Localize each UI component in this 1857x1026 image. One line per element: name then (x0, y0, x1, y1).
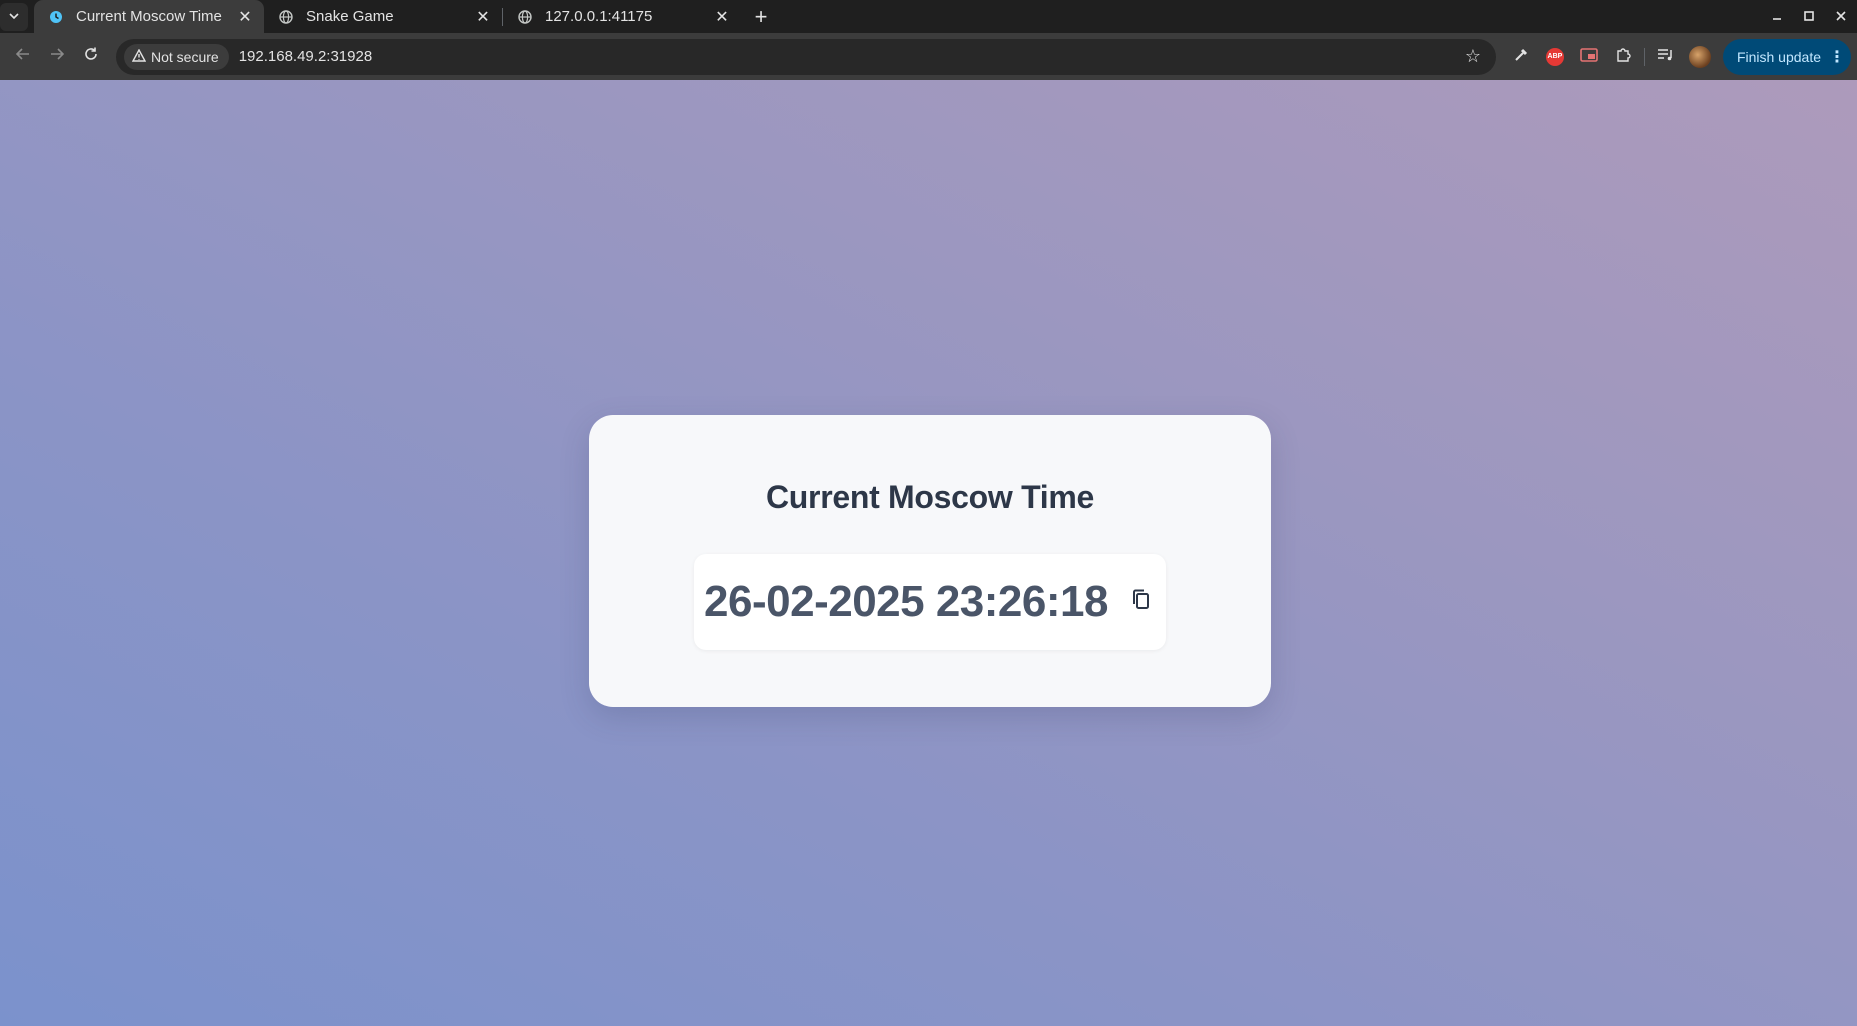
clock-icon (48, 9, 64, 25)
picture-in-picture-icon (1580, 47, 1598, 66)
warning-icon (131, 48, 147, 65)
eyedropper-extension-button[interactable] (1504, 40, 1538, 74)
close-icon[interactable]: ✕ (713, 8, 731, 26)
plus-icon: + (754, 3, 768, 29)
copy-button[interactable] (1126, 587, 1156, 617)
maximize-button[interactable] (1793, 3, 1825, 31)
tab-strip: Current Moscow Time ✕ Snake Game ✕ 127.0… (0, 0, 1857, 33)
reload-icon (83, 46, 99, 67)
time-value: 26-02-2025 23:26:18 (704, 577, 1108, 626)
tab-title: Current Moscow Time (76, 8, 222, 25)
new-tab-button[interactable]: + (747, 3, 775, 31)
finish-update-button[interactable]: Finish update ⋮ (1722, 38, 1851, 75)
globe-icon (517, 9, 533, 25)
media-controls-button[interactable] (1649, 40, 1683, 74)
avatar (1688, 45, 1711, 68)
globe-icon (278, 9, 294, 25)
chevron-down-icon (9, 10, 19, 24)
back-button[interactable] (6, 40, 40, 74)
close-window-button[interactable] (1825, 3, 1857, 31)
extensions-button[interactable] (1606, 40, 1640, 74)
media-queue-icon (1657, 48, 1675, 66)
arrow-right-icon (49, 46, 65, 67)
security-indicator[interactable]: Not secure (124, 43, 229, 70)
time-display: 26-02-2025 23:26:18 (694, 554, 1166, 650)
forward-button[interactable] (40, 40, 74, 74)
page-title: Current Moscow Time (766, 479, 1094, 515)
profile-button[interactable] (1683, 40, 1717, 74)
maximize-icon (1803, 9, 1815, 25)
close-icon[interactable]: ✕ (236, 8, 254, 26)
browser-toolbar: Not secure 192.168.49.2:31928 ☆ ABP Fini… (0, 33, 1857, 80)
more-vert-icon[interactable]: ⋮ (1829, 47, 1845, 67)
close-icon (1835, 9, 1847, 25)
tab-current-moscow-time[interactable]: Current Moscow Time ✕ (34, 0, 264, 33)
window-controls (1761, 0, 1857, 33)
tab-snake-game[interactable]: Snake Game ✕ (264, 0, 502, 33)
adblock-icon: ABP (1545, 47, 1564, 66)
picture-in-picture-extension-button[interactable] (1572, 40, 1606, 74)
tab-localhost[interactable]: 127.0.0.1:41175 ✕ (503, 0, 741, 33)
security-label: Not secure (151, 48, 219, 65)
tab-title: Snake Game (306, 8, 394, 25)
tab-title: 127.0.0.1:41175 (545, 8, 653, 25)
tab-search-button[interactable] (0, 2, 28, 31)
toolbar-separator (1643, 47, 1645, 66)
close-icon[interactable]: ✕ (474, 8, 492, 26)
copy-icon (1130, 588, 1152, 617)
minimize-button[interactable] (1761, 3, 1793, 31)
url-text[interactable]: 192.168.49.2:31928 (239, 48, 1458, 65)
update-label: Finish update (1736, 48, 1821, 65)
reload-button[interactable] (74, 40, 108, 74)
minimize-icon (1771, 9, 1783, 25)
bookmark-star-icon[interactable]: ☆ (1458, 46, 1488, 67)
adblock-extension-button[interactable]: ABP (1538, 40, 1572, 74)
time-card: Current Moscow Time 26-02-2025 23:26:18 (589, 415, 1271, 707)
page-viewport: Current Moscow Time 26-02-2025 23:26:18 (0, 80, 1857, 1026)
puzzle-icon (1615, 47, 1631, 67)
eyedropper-icon (1513, 47, 1529, 67)
browser-window: Current Moscow Time ✕ Snake Game ✕ 127.0… (0, 0, 1857, 1026)
arrow-left-icon (15, 46, 31, 67)
address-bar[interactable]: Not secure 192.168.49.2:31928 ☆ (116, 38, 1496, 75)
